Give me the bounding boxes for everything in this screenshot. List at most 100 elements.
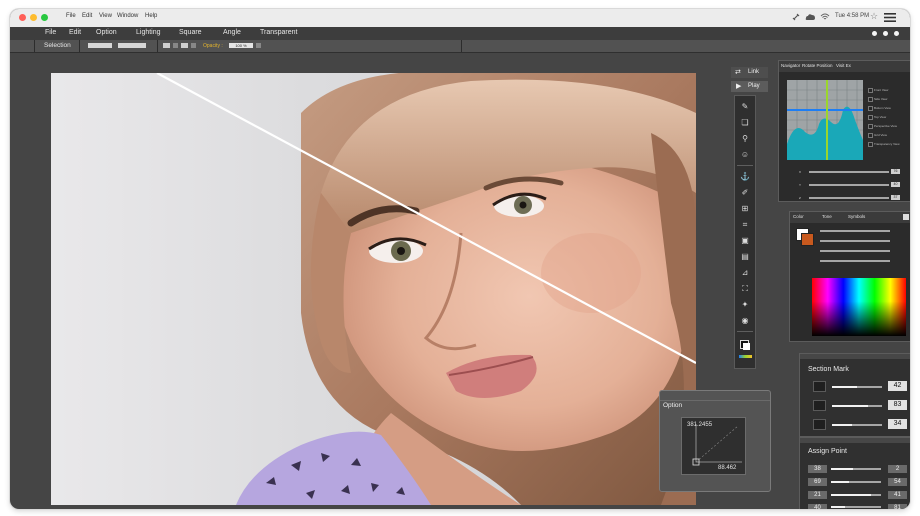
axis-z-slider[interactable] xyxy=(809,197,889,199)
pen-tool-icon[interactable]: ✎ xyxy=(738,101,752,113)
selection-mode-box[interactable] xyxy=(173,43,178,48)
close-window-button[interactable] xyxy=(19,14,26,21)
ruler-icon[interactable]: ⊿ xyxy=(738,267,752,279)
section-mark-slider[interactable] xyxy=(832,424,882,426)
menu-option[interactable]: Option xyxy=(96,29,117,36)
axis-x-value[interactable]: 76 xyxy=(891,169,900,174)
tab-navigator[interactable]: Navigator xyxy=(781,63,800,68)
assign-point-right-value[interactable]: 81 xyxy=(888,504,907,509)
background-color-swatch[interactable] xyxy=(801,233,814,246)
assign-point-right-value[interactable]: 41 xyxy=(888,491,907,499)
view-option[interactable]: Transparency View xyxy=(874,142,900,146)
assign-point-slider[interactable] xyxy=(831,481,881,483)
image-icon[interactable]: ▣ xyxy=(738,235,752,247)
view-option[interactable]: Grid View xyxy=(874,133,887,137)
shapes-tool-icon[interactable]: ❏ xyxy=(738,117,752,129)
section-mark-swatch[interactable] xyxy=(813,419,826,430)
selection-field[interactable] xyxy=(118,43,146,48)
section-mark-title: Section Mark xyxy=(808,366,849,373)
color-channel-slider[interactable] xyxy=(820,250,890,252)
link-button[interactable]: ⇄ Link xyxy=(731,67,768,78)
menu-lighting[interactable]: Lighting xyxy=(136,29,161,36)
axis-y-slider[interactable] xyxy=(809,184,889,186)
window-control-dot[interactable] xyxy=(894,31,899,36)
magnifier-icon[interactable]: ⚲ xyxy=(738,133,752,145)
menu-square[interactable]: Square xyxy=(179,29,202,36)
selection-field[interactable] xyxy=(88,43,112,48)
axis-y-value[interactable]: 40 xyxy=(891,182,900,187)
book-icon[interactable]: ▤ xyxy=(738,251,752,263)
view-option[interactable]: Front View xyxy=(874,88,888,92)
link-icon[interactable] xyxy=(792,13,800,21)
assign-point-slider[interactable] xyxy=(831,468,881,470)
menu-file[interactable]: File xyxy=(45,29,56,36)
assign-point-left-value[interactable]: 40 xyxy=(808,504,827,509)
foreground-color-swatch[interactable] xyxy=(743,343,750,350)
color-channel-slider[interactable] xyxy=(820,260,890,262)
assign-point-slider[interactable] xyxy=(831,494,881,496)
tab-color[interactable]: Color xyxy=(793,214,804,219)
coordinate-readout[interactable]: 381.2455 88.462 xyxy=(681,417,746,475)
color-spectrum-picker[interactable] xyxy=(812,278,906,336)
user-select-icon[interactable]: ☺ xyxy=(738,149,752,161)
paint-bucket-icon[interactable]: ⛶ xyxy=(738,283,752,295)
star-icon[interactable]: ☆ xyxy=(870,11,878,22)
selection-mode-box[interactable] xyxy=(163,43,170,48)
selection-mode-box[interactable] xyxy=(181,43,188,48)
section-mark-value[interactable]: 83 xyxy=(888,400,907,410)
tab-tone[interactable]: Tone xyxy=(822,214,832,219)
transform-icon[interactable]: ⊞ xyxy=(738,203,752,215)
menu-transparent[interactable]: Transparent xyxy=(260,29,297,36)
assign-point-left-value[interactable]: 38 xyxy=(808,465,827,473)
view-option[interactable]: Perspective View xyxy=(874,124,897,128)
crop-icon[interactable]: ⌗ xyxy=(738,219,752,231)
section-mark-swatch[interactable] xyxy=(813,381,826,392)
cloud-icon[interactable] xyxy=(805,13,816,21)
window-control-dot[interactable] xyxy=(872,31,877,36)
assign-point-right-value[interactable]: 54 xyxy=(888,478,907,486)
assign-point-left-value[interactable]: 69 xyxy=(808,478,827,486)
zoom-window-button[interactable] xyxy=(41,14,48,21)
menu-angle[interactable]: Angle xyxy=(223,29,241,36)
mac-menu-file[interactable]: File xyxy=(66,13,76,19)
color-mode-icon[interactable] xyxy=(739,355,752,358)
eye-icon[interactable]: ◉ xyxy=(738,315,752,327)
navigator-preview[interactable] xyxy=(787,80,863,160)
axis-x-slider[interactable] xyxy=(809,171,889,173)
panel-menu-icon[interactable] xyxy=(903,214,909,220)
view-option[interactable]: Top View xyxy=(874,115,886,119)
play-button[interactable]: ▶ Play xyxy=(731,81,768,92)
menu-edit[interactable]: Edit xyxy=(69,29,81,36)
opacity-input[interactable]: 100 % xyxy=(229,43,253,48)
color-channel-slider[interactable] xyxy=(820,240,890,242)
hamburger-menu-icon[interactable] xyxy=(884,13,896,22)
mac-menu-view[interactable]: View xyxy=(99,13,112,19)
image-canvas[interactable] xyxy=(51,73,696,505)
mac-menu-window[interactable]: Window xyxy=(117,13,138,19)
section-mark-swatch[interactable] xyxy=(813,400,826,411)
section-mark-value[interactable]: 42 xyxy=(888,381,907,391)
mac-menu-edit[interactable]: Edit xyxy=(82,13,92,19)
sparkle-icon[interactable]: ✦ xyxy=(738,299,752,311)
window-control-dot[interactable] xyxy=(883,31,888,36)
assign-point-right-value[interactable]: 2 xyxy=(888,465,907,473)
section-mark-slider[interactable] xyxy=(832,386,882,388)
assign-point-slider[interactable] xyxy=(831,506,881,508)
selection-mode-box[interactable] xyxy=(191,43,196,48)
axis-z-value[interactable]: 37 xyxy=(891,195,900,200)
brush-icon[interactable]: ✐ xyxy=(738,187,752,199)
view-option[interactable]: Bottom View xyxy=(874,106,891,110)
mac-menu-help[interactable]: Help xyxy=(145,13,157,19)
view-option[interactable]: Side View xyxy=(874,97,887,101)
tab-rotate-position[interactable]: Rotate Position xyxy=(802,63,833,68)
opacity-stepper[interactable] xyxy=(256,43,261,48)
tab-visit-ex[interactable]: Visit Ex xyxy=(836,63,851,68)
color-channel-slider[interactable] xyxy=(820,230,890,232)
minimize-window-button[interactable] xyxy=(30,14,37,21)
anchor-icon[interactable]: ⚓ xyxy=(738,171,752,183)
tab-symbols[interactable]: Symbols xyxy=(848,214,865,219)
section-mark-value[interactable]: 34 xyxy=(888,419,907,429)
section-mark-slider[interactable] xyxy=(832,405,882,407)
wifi-icon[interactable] xyxy=(820,13,830,21)
assign-point-left-value[interactable]: 21 xyxy=(808,491,827,499)
